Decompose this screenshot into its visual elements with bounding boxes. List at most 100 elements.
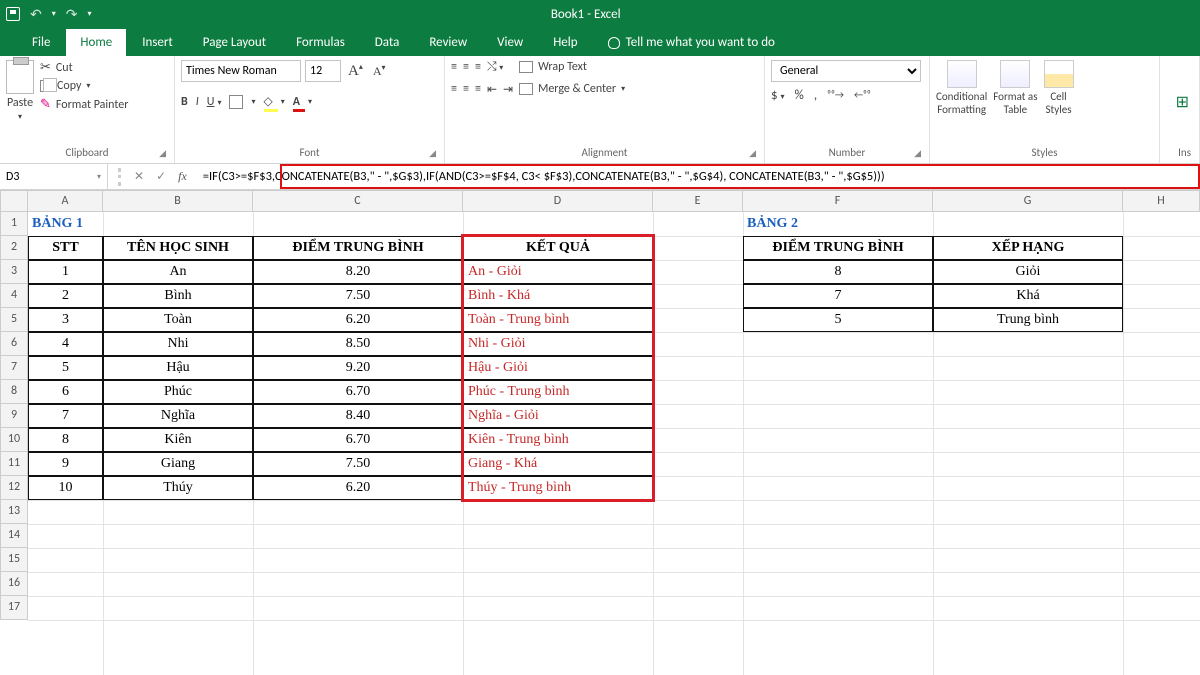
t1-stt[interactable]: 10: [28, 476, 103, 500]
format-as-table-button[interactable]: Format as Table: [993, 60, 1037, 116]
bang1-title[interactable]: BẢNG 1: [28, 212, 103, 236]
tab-page-layout[interactable]: Page Layout: [189, 29, 280, 56]
hdr-stt[interactable]: STT: [28, 236, 103, 260]
t2-dtb[interactable]: 5: [743, 308, 933, 332]
row-header-14[interactable]: 14: [0, 524, 28, 548]
t1-ten[interactable]: Toàn: [103, 308, 253, 332]
row-header-4[interactable]: 4: [0, 284, 28, 308]
align-center-icon[interactable]: ≡: [463, 82, 469, 96]
font-name-select[interactable]: [181, 60, 301, 82]
row-header-3[interactable]: 3: [0, 260, 28, 284]
tab-formulas[interactable]: Formulas: [282, 29, 359, 56]
grow-font-icon[interactable]: A▴: [345, 62, 366, 80]
comma-format-icon[interactable]: ,: [814, 88, 817, 103]
tab-home[interactable]: Home: [66, 29, 126, 56]
select-all-corner[interactable]: [0, 190, 28, 212]
t1-dtb[interactable]: 6.70: [253, 428, 463, 452]
name-box-input[interactable]: [6, 170, 76, 184]
row-header-2[interactable]: 2: [0, 236, 28, 260]
percent-format-icon[interactable]: %: [795, 88, 804, 103]
copy-button[interactable]: Copy▾: [40, 79, 128, 93]
clipboard-launcher-icon[interactable]: ◢: [159, 148, 166, 159]
orientation-icon[interactable]: ⤭: [487, 60, 497, 74]
t1-stt[interactable]: 1: [28, 260, 103, 284]
increase-indent-icon[interactable]: ⇥: [503, 82, 513, 97]
underline-button[interactable]: U ▾: [207, 94, 222, 109]
column-header-A[interactable]: A: [28, 190, 103, 212]
font-launcher-icon[interactable]: ◢: [429, 148, 436, 159]
t2-xh[interactable]: Trung bình: [933, 308, 1123, 332]
t1-kq[interactable]: Kiên - Trung bình: [463, 428, 653, 452]
hdr-kq[interactable]: KẾT QUẢ: [463, 236, 653, 260]
spreadsheet-grid[interactable]: 1234567891011121314151617 ABCDEFGH BẢNG …: [0, 190, 1200, 675]
align-bottom-icon[interactable]: ≡: [475, 60, 481, 74]
column-header-D[interactable]: D: [463, 190, 653, 212]
increase-decimal-icon[interactable]: ⁰⁰→: [827, 88, 844, 103]
t1-stt[interactable]: 3: [28, 308, 103, 332]
format-painter-button[interactable]: ✎Format Painter: [40, 97, 128, 112]
t1-ten[interactable]: Hậu: [103, 356, 253, 380]
cell-styles-button[interactable]: Cell Styles: [1044, 60, 1074, 116]
hdr2-dtb[interactable]: ĐIỂM TRUNG BÌNH: [743, 236, 933, 260]
t2-xh[interactable]: Khá: [933, 284, 1123, 308]
t1-dtb[interactable]: 6.20: [253, 308, 463, 332]
t1-stt[interactable]: 2: [28, 284, 103, 308]
row-header-9[interactable]: 9: [0, 404, 28, 428]
decrease-decimal-icon[interactable]: ←⁰⁰: [854, 88, 871, 103]
t1-ten[interactable]: Bình: [103, 284, 253, 308]
t2-dtb[interactable]: 8: [743, 260, 933, 284]
row-header-12[interactable]: 12: [0, 476, 28, 500]
alignment-launcher-icon[interactable]: ◢: [749, 148, 756, 159]
merge-center-button[interactable]: Merge & Center ▾: [519, 82, 625, 96]
tab-help[interactable]: Help: [539, 29, 591, 56]
column-header-B[interactable]: B: [103, 190, 253, 212]
row-header-1[interactable]: 1: [0, 212, 28, 236]
font-color-button[interactable]: A: [293, 94, 300, 109]
row-header-5[interactable]: 5: [0, 308, 28, 332]
t1-kq[interactable]: Phúc - Trung bình: [463, 380, 653, 404]
t1-dtb[interactable]: 8.40: [253, 404, 463, 428]
t1-kq[interactable]: Nghĩa - Giỏi: [463, 404, 653, 428]
t1-dtb[interactable]: 8.20: [253, 260, 463, 284]
row-header-17[interactable]: 17: [0, 596, 28, 620]
formula-input[interactable]: [197, 164, 1200, 189]
name-box[interactable]: ▾: [0, 164, 108, 189]
column-header-F[interactable]: F: [743, 190, 933, 212]
t1-ten[interactable]: Thúy: [103, 476, 253, 500]
t1-stt[interactable]: 4: [28, 332, 103, 356]
t1-dtb[interactable]: 7.50: [253, 452, 463, 476]
t1-ten[interactable]: Nhi: [103, 332, 253, 356]
t1-dtb[interactable]: 9.20: [253, 356, 463, 380]
redo-icon[interactable]: ↷: [66, 6, 78, 23]
bang2-title[interactable]: BẢNG 2: [743, 212, 933, 236]
t2-dtb[interactable]: 7: [743, 284, 933, 308]
italic-button[interactable]: I: [196, 94, 199, 109]
t1-kq[interactable]: An - Giỏi: [463, 260, 653, 284]
t1-dtb[interactable]: 6.20: [253, 476, 463, 500]
tab-insert[interactable]: Insert: [128, 29, 187, 56]
undo-dropdown-icon[interactable]: ▾: [52, 9, 56, 19]
undo-icon[interactable]: ↶: [30, 6, 42, 23]
align-middle-icon[interactable]: ≡: [463, 60, 469, 74]
t1-ten[interactable]: Phúc: [103, 380, 253, 404]
t1-stt[interactable]: 6: [28, 380, 103, 404]
t1-dtb[interactable]: 6.70: [253, 380, 463, 404]
align-right-icon[interactable]: ≡: [475, 82, 481, 96]
paste-dropdown-icon[interactable]: ▾: [18, 112, 22, 122]
paste-button[interactable]: Paste ▾: [6, 60, 34, 122]
row-header-6[interactable]: 6: [0, 332, 28, 356]
conditional-formatting-button[interactable]: Conditional Formatting: [936, 60, 987, 116]
accounting-format-icon[interactable]: $ ▾: [771, 88, 785, 103]
formula-bar-grip-icon[interactable]: [118, 168, 122, 186]
hdr-dtb[interactable]: ĐIỂM TRUNG BÌNH: [253, 236, 463, 260]
border-button[interactable]: [229, 95, 243, 109]
tab-review[interactable]: Review: [415, 29, 481, 56]
tell-me[interactable]: Tell me what you want to do: [594, 29, 789, 56]
hdr2-xh[interactable]: XẾP HẠNG: [933, 236, 1123, 260]
enter-formula-icon[interactable]: ✓: [156, 169, 166, 184]
tab-data[interactable]: Data: [361, 29, 414, 56]
t1-stt[interactable]: 7: [28, 404, 103, 428]
tab-file[interactable]: File: [18, 29, 64, 56]
column-header-C[interactable]: C: [253, 190, 463, 212]
row-header-15[interactable]: 15: [0, 548, 28, 572]
